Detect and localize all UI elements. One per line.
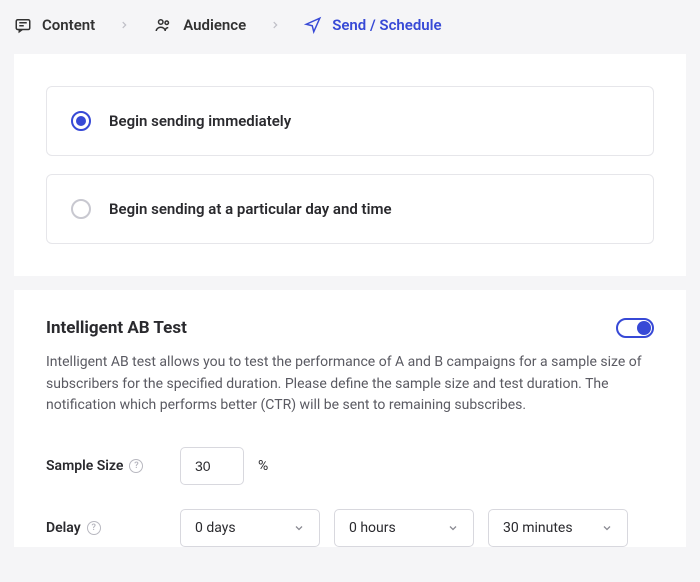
chevron-right-icon (246, 20, 304, 30)
select-value: 0 days (195, 520, 236, 536)
chevron-down-icon (293, 522, 305, 534)
delay-hours-select[interactable]: 0 hours (334, 509, 474, 547)
breadcrumb-label: Send / Schedule (332, 16, 441, 34)
label-text: Delay (46, 520, 81, 536)
toggle-knob (637, 321, 651, 335)
delay-days-select[interactable]: 0 days (180, 509, 320, 547)
select-value: 0 hours (349, 520, 396, 536)
breadcrumb: Content Audience Send / Schedule (0, 0, 700, 54)
ab-test-toggle[interactable] (616, 318, 654, 338)
delay-label: Delay ? (46, 520, 166, 536)
ab-test-header: Intelligent AB Test (46, 318, 654, 338)
people-icon (153, 16, 173, 34)
breadcrumb-step-content[interactable]: Content (14, 16, 95, 34)
breadcrumb-label: Content (42, 16, 95, 34)
help-icon[interactable]: ? (129, 459, 143, 473)
ab-test-section: Intelligent AB Test Intelligent AB test … (14, 290, 686, 547)
sample-size-input[interactable] (180, 447, 244, 485)
radio-option-immediate[interactable]: Begin sending immediately (46, 86, 654, 156)
select-value: 30 minutes (503, 520, 573, 536)
ab-test-description: Intelligent AB test allows you to test t… (46, 352, 654, 417)
breadcrumb-label: Audience (183, 16, 246, 34)
sample-size-label: Sample Size ? (46, 458, 166, 474)
label-text: Sample Size (46, 458, 123, 474)
chevron-down-icon (601, 522, 613, 534)
help-icon[interactable]: ? (87, 521, 101, 535)
radio-label: Begin sending immediately (109, 112, 291, 130)
sample-size-unit: % (258, 458, 268, 474)
send-icon (304, 16, 322, 34)
ab-test-title: Intelligent AB Test (46, 318, 187, 338)
radio-option-scheduled[interactable]: Begin sending at a particular day and ti… (46, 174, 654, 244)
radio-indicator (71, 199, 91, 219)
send-options-card: Begin sending immediately Begin sending … (14, 54, 686, 276)
chevron-right-icon (95, 20, 153, 30)
sample-size-row: Sample Size ? % (46, 447, 654, 485)
delay-row: Delay ? 0 days 0 hours 30 minutes (46, 509, 654, 547)
delay-minutes-select[interactable]: 30 minutes (488, 509, 628, 547)
breadcrumb-step-audience[interactable]: Audience (153, 16, 246, 34)
chevron-down-icon (447, 522, 459, 534)
breadcrumb-step-send[interactable]: Send / Schedule (304, 16, 441, 34)
radio-label: Begin sending at a particular day and ti… (109, 200, 392, 218)
message-icon (14, 16, 32, 34)
radio-indicator-selected (71, 111, 91, 131)
